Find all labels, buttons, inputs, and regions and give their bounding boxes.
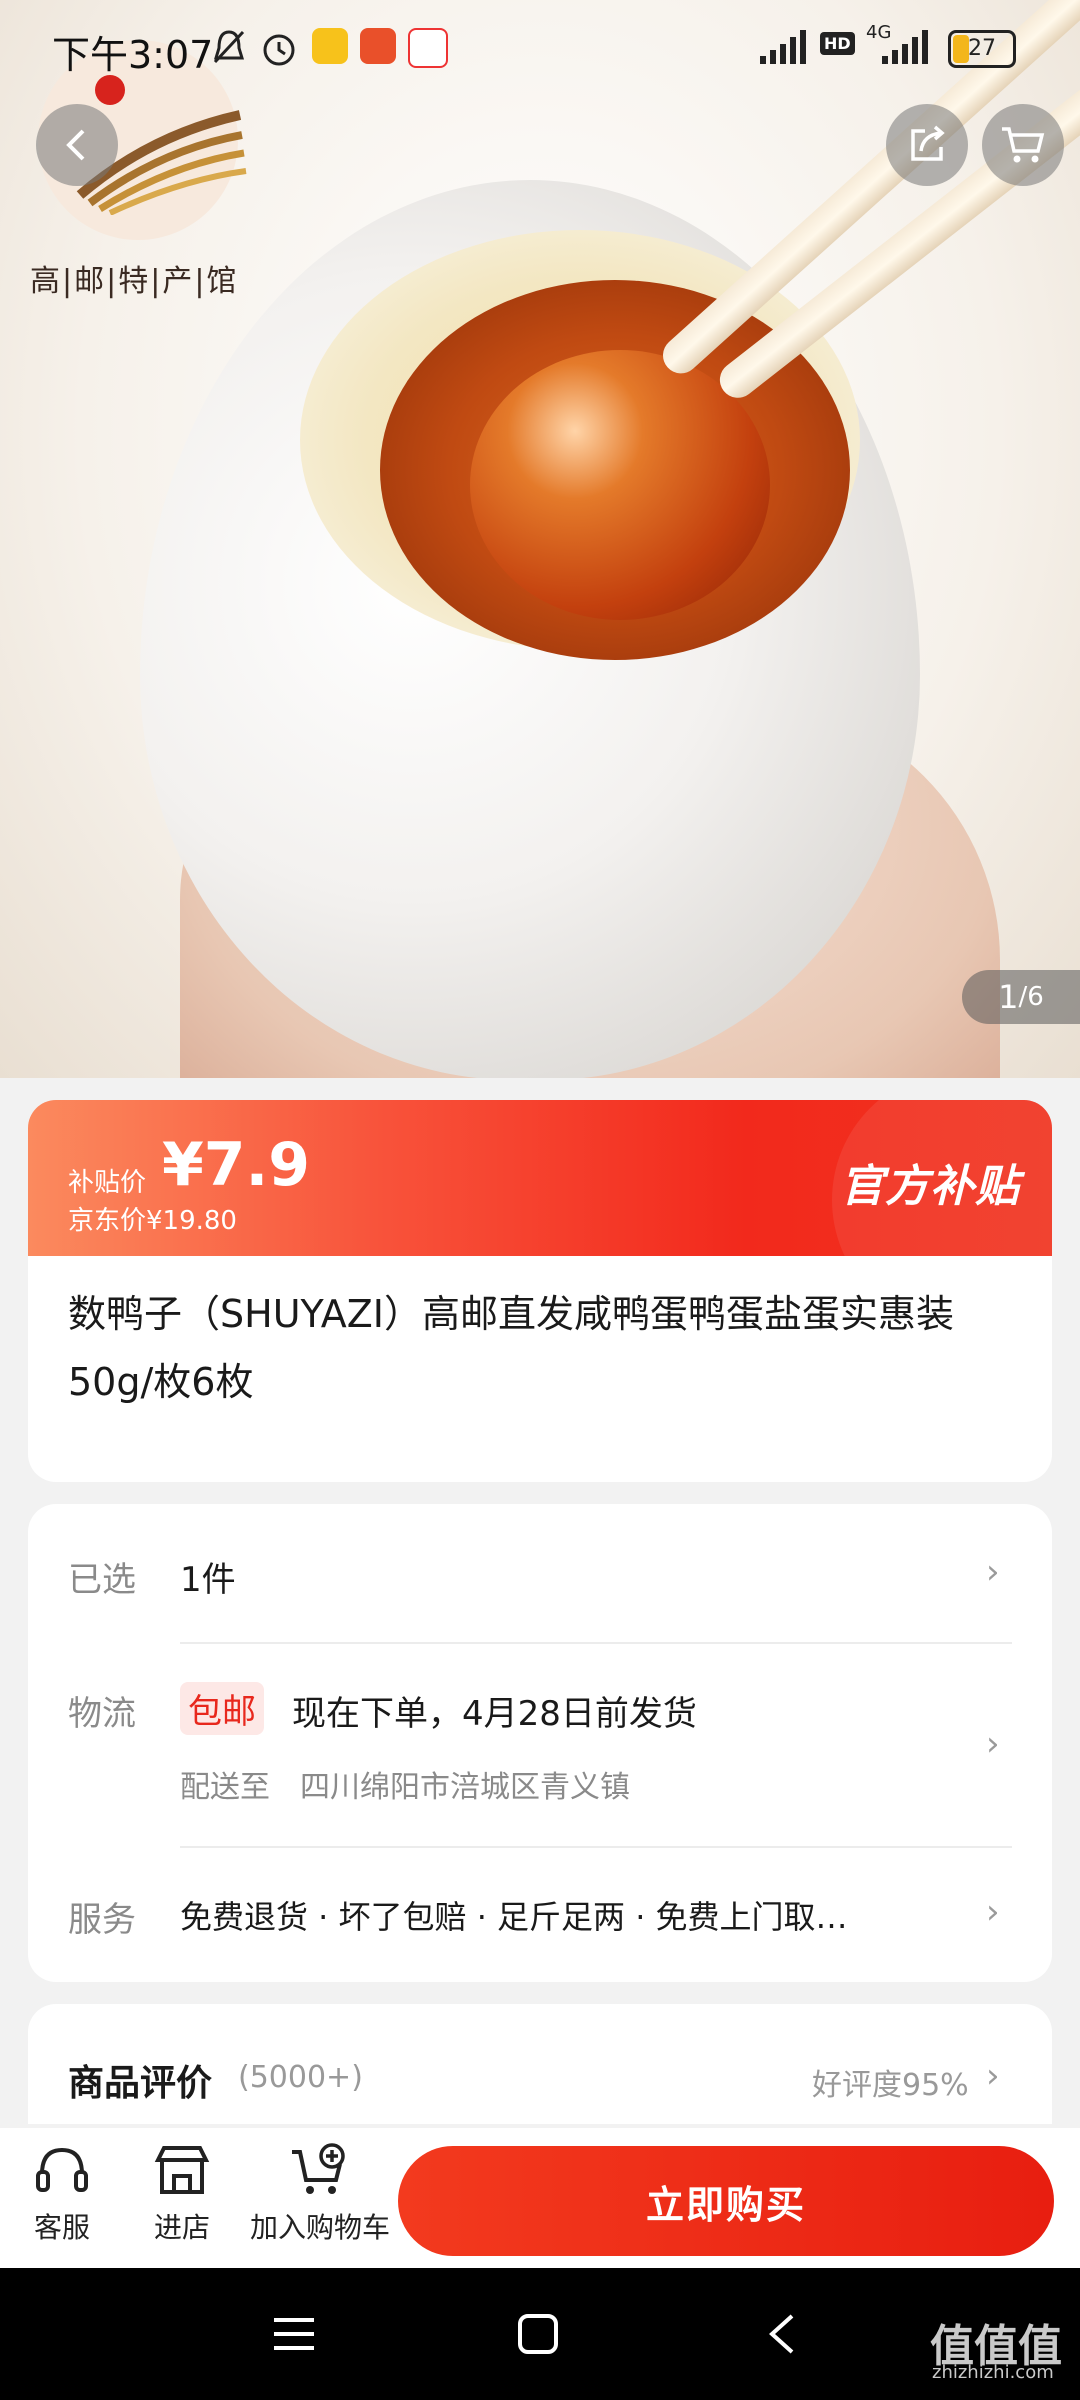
back-nav-icon[interactable] (764, 2312, 800, 2356)
store-icon (154, 2146, 210, 2194)
share-icon (911, 125, 945, 161)
reviews-rating: 好评度95% (812, 2068, 969, 2103)
alarm-icon (263, 34, 295, 66)
deliver-address: 四川绵阳市涪城区青义镇 (300, 1770, 630, 1805)
divider (180, 1642, 1012, 1644)
battery-icon: 27 (948, 30, 1016, 68)
chevron-right-icon: › (986, 1552, 1000, 1592)
official-subsidy-tag: 官方补贴 (840, 1161, 1020, 1212)
subsidy-label: 补贴价 (68, 1168, 147, 1198)
chevron-right-icon: › (986, 2056, 1000, 2096)
jd-price: 京东价¥19.80 (68, 1206, 237, 1236)
logistics-row[interactable] (28, 1646, 1052, 1846)
reviews-count: (5000+) (238, 2060, 363, 2095)
deliver-prefix: 配送至 (180, 1770, 270, 1805)
selected-label: 已选 (68, 1560, 136, 1600)
cart-icon (1002, 127, 1045, 163)
divider (180, 1846, 1012, 1848)
add-to-cart-label: 加入购物车 (249, 2211, 390, 2244)
app-icon (360, 28, 396, 64)
watermark-url: zhizhizhi.com (932, 2362, 1054, 2383)
silent-bell-icon (213, 30, 245, 64)
selected-value: 1件 (180, 1560, 236, 1600)
product-title: 数鸭子（SHUYAZI）高邮直发咸鸭蛋鸭蛋盐蛋实惠装50g/枚6枚 (68, 1292, 955, 1404)
signal-icon-2 (882, 30, 928, 64)
logistics-label: 物流 (68, 1694, 136, 1734)
chevron-right-icon: › (986, 1724, 1000, 1764)
add-to-cart-button[interactable]: 加入购物车 (246, 2142, 394, 2246)
service-label: 服务 (68, 1900, 136, 1940)
menu-icon[interactable] (272, 2314, 316, 2354)
ship-time: 现在下单，4月28日前发货 (292, 1694, 697, 1734)
image-pager: 1/6 (962, 970, 1080, 1024)
customer-service-button[interactable]: 客服 (22, 2142, 102, 2246)
cart-button[interactable] (982, 104, 1064, 186)
headset-icon (36, 2147, 88, 2192)
store-button[interactable]: 进店 (142, 2142, 222, 2246)
back-button[interactable] (36, 104, 118, 186)
hd-badge: HD (820, 32, 855, 55)
free-shipping-badge: 包邮 (180, 1682, 264, 1735)
battery-level: 27 (968, 36, 996, 61)
store-label: 进店 (153, 2211, 210, 2244)
reviews-title: 商品评价 (68, 2063, 213, 2104)
add-cart-icon (292, 2143, 345, 2194)
home-icon[interactable] (516, 2312, 560, 2356)
trend-app-icon (408, 28, 448, 68)
subsidy-price: ¥7.9 (162, 1130, 311, 1200)
share-button[interactable] (886, 104, 968, 186)
customer-service-label: 客服 (33, 2211, 90, 2244)
status-time: 下午3:07 (52, 33, 214, 77)
weibo-icon (312, 28, 348, 64)
buy-now-button[interactable]: 立即购买 (398, 2146, 1054, 2256)
chopstick-image (655, 0, 1080, 381)
image-total: /6 (1018, 982, 1044, 1012)
signal-icon (760, 30, 806, 64)
store-logo-text: 高|邮|特|产|馆 (30, 264, 239, 299)
service-value: 免费退货 · 坏了包赔 · 足斤足两 · 免费上门取… (180, 1898, 848, 1936)
image-index: 1 (998, 978, 1019, 1016)
chevron-right-icon: › (986, 1892, 1000, 1932)
back-icon (66, 129, 85, 161)
